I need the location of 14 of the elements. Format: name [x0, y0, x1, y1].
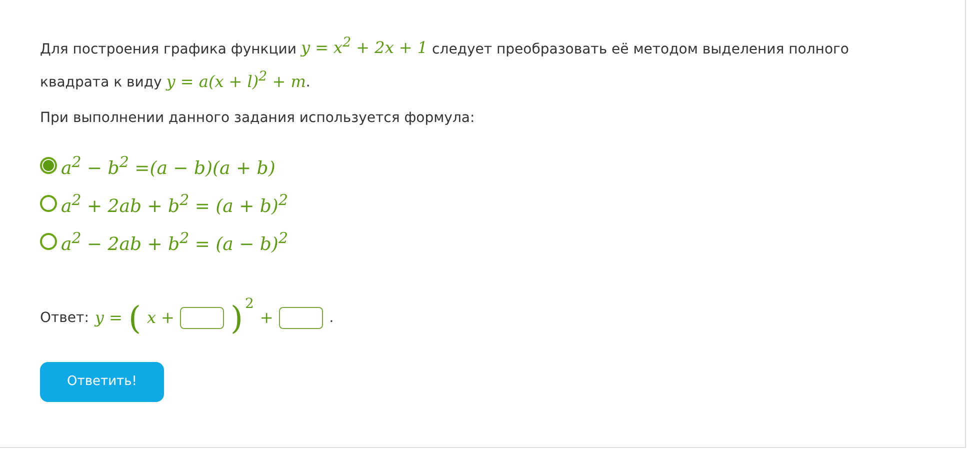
submit-button[interactable]: Ответить! [40, 362, 164, 402]
formula-option[interactable]: a$^{2}$ + 2ab + b$^{2}$ = (a + b)$^{2}$ [61, 190, 288, 217]
math-expression: x + [146, 308, 174, 328]
parenthesis: ) [230, 298, 243, 337]
prompt-text: При выполнении данного задания используется формула: [40, 110, 476, 126]
math-expression: y = [94, 308, 122, 328]
parenthesis: ( [128, 298, 141, 337]
formula-option[interactable]: a$^{2}$ − 2ab + b$^{2}$ = (a − b)$^{2}$ [61, 228, 288, 255]
math-expression: + [260, 308, 274, 328]
formula-option[interactable]: a$^{2}$ − b$^{2}$ =(a − b)(a + b) [61, 152, 276, 179]
exponent: 2 [244, 296, 254, 312]
period-text: . [329, 310, 334, 326]
problem-text: Для построения графика функции y = x$^{2}$ + 2x + 1 следует преобразовать её методом выделения полного квадрата к виду y = a(x + l)$^{2}$ + m. [40, 35, 850, 93]
answer-label: Ответ: [40, 310, 89, 326]
